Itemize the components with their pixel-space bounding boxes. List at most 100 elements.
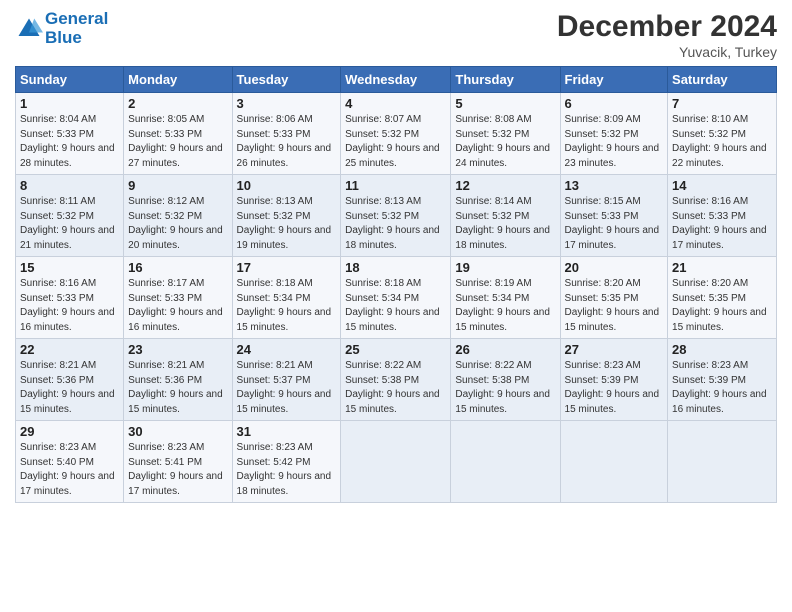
- day-number: 17: [237, 260, 337, 275]
- day-number: 1: [20, 96, 119, 111]
- calendar-cell: 29 Sunrise: 8:23 AMSunset: 5:40 PMDayligh…: [16, 421, 124, 503]
- weekday-header: Monday: [124, 67, 232, 93]
- day-info: Sunrise: 8:22 AMSunset: 5:38 PMDaylight:…: [345, 359, 446, 417]
- calendar-cell: 10Sunrise: 8:13 AMSunset: 5:32 PMDayligh…: [232, 175, 341, 257]
- weekday-header: Saturday: [668, 67, 777, 93]
- month-title: December 2024: [557, 10, 777, 44]
- calendar-week-row: 8 Sunrise: 8:11 AMSunset: 5:32 PMDaylight…: [16, 175, 777, 257]
- calendar-week-row: 1 Sunrise: 8:04 AMSunset: 5:33 PMDaylight…: [16, 93, 777, 175]
- calendar-cell: [560, 421, 668, 503]
- weekday-header: Tuesday: [232, 67, 341, 93]
- day-info: Sunrise: 8:17 AMSunset: 5:33 PMDaylight:…: [128, 277, 227, 335]
- calendar-cell: 26Sunrise: 8:22 AMSunset: 5:38 PMDayligh…: [451, 339, 560, 421]
- calendar-cell: 3 Sunrise: 8:06 AMSunset: 5:33 PMDaylight…: [232, 93, 341, 175]
- day-info: Sunrise: 8:16 AMSunset: 5:33 PMDaylight:…: [672, 195, 772, 253]
- calendar-cell: 25 Sunrise: 8:22 AMSunset: 5:38 PMDayligh…: [341, 339, 451, 421]
- calendar-cell: 8 Sunrise: 8:11 AMSunset: 5:32 PMDaylight…: [16, 175, 124, 257]
- day-number: 2: [128, 96, 227, 111]
- day-number: 12: [455, 178, 555, 193]
- day-number: 4: [345, 96, 446, 111]
- day-number: 27: [565, 342, 664, 357]
- day-info: Sunrise: 8:06 AMSunset: 5:33 PMDaylight:…: [237, 113, 337, 171]
- day-info: Sunrise: 8:18 AMSunset: 5:34 PMDaylight:…: [345, 277, 446, 335]
- day-info: Sunrise: 8:20 AMSunset: 5:35 PMDaylight:…: [672, 277, 772, 335]
- day-number: 14: [672, 178, 772, 193]
- calendar-cell: 30 Sunrise: 8:23 AMSunset: 5:41 PMDayligh…: [124, 421, 232, 503]
- day-info: Sunrise: 8:09 AMSunset: 5:32 PMDaylight:…: [565, 113, 664, 171]
- day-number: 20: [565, 260, 664, 275]
- day-info: Sunrise: 8:07 AMSunset: 5:32 PMDaylight:…: [345, 113, 446, 171]
- day-info: Sunrise: 8:05 AMSunset: 5:33 PMDaylight:…: [128, 113, 227, 171]
- day-info: Sunrise: 8:21 AMSunset: 5:36 PMDaylight:…: [20, 359, 119, 417]
- day-number: 10: [237, 178, 337, 193]
- calendar-cell: 16 Sunrise: 8:17 AMSunset: 5:33 PMDayligh…: [124, 257, 232, 339]
- day-number: 31: [237, 424, 337, 439]
- day-info: Sunrise: 8:15 AMSunset: 5:33 PMDaylight:…: [565, 195, 664, 253]
- calendar-cell: 4 Sunrise: 8:07 AMSunset: 5:32 PMDaylight…: [341, 93, 451, 175]
- day-info: Sunrise: 8:14 AMSunset: 5:32 PMDaylight:…: [455, 195, 555, 253]
- day-info: Sunrise: 8:23 AMSunset: 5:40 PMDaylight:…: [20, 441, 119, 499]
- day-info: Sunrise: 8:11 AMSunset: 5:32 PMDaylight:…: [20, 195, 119, 253]
- logo-icon: [15, 15, 43, 43]
- page-container: General Blue December 2024 Yuvacik, Turk…: [0, 0, 792, 511]
- day-number: 7: [672, 96, 772, 111]
- calendar-cell: [451, 421, 560, 503]
- header-row: SundayMondayTuesdayWednesdayThursdayFrid…: [16, 67, 777, 93]
- title-block: December 2024 Yuvacik, Turkey: [557, 10, 777, 60]
- calendar-cell: 5 Sunrise: 8:08 AMSunset: 5:32 PMDaylight…: [451, 93, 560, 175]
- day-info: Sunrise: 8:08 AMSunset: 5:32 PMDaylight:…: [455, 113, 555, 171]
- calendar-cell: 23Sunrise: 8:21 AMSunset: 5:36 PMDayligh…: [124, 339, 232, 421]
- day-info: Sunrise: 8:18 AMSunset: 5:34 PMDaylight:…: [237, 277, 337, 335]
- calendar-cell: 1 Sunrise: 8:04 AMSunset: 5:33 PMDaylight…: [16, 93, 124, 175]
- day-info: Sunrise: 8:21 AMSunset: 5:37 PMDaylight:…: [237, 359, 337, 417]
- day-number: 24: [237, 342, 337, 357]
- day-number: 21: [672, 260, 772, 275]
- location-subtitle: Yuvacik, Turkey: [557, 44, 777, 60]
- day-info: Sunrise: 8:23 AMSunset: 5:39 PMDaylight:…: [672, 359, 772, 417]
- calendar-cell: 12 Sunrise: 8:14 AMSunset: 5:32 PMDayligh…: [451, 175, 560, 257]
- day-info: Sunrise: 8:19 AMSunset: 5:34 PMDaylight:…: [455, 277, 555, 335]
- calendar-cell: 27Sunrise: 8:23 AMSunset: 5:39 PMDayligh…: [560, 339, 668, 421]
- day-number: 25: [345, 342, 446, 357]
- calendar-cell: 22 Sunrise: 8:21 AMSunset: 5:36 PMDayligh…: [16, 339, 124, 421]
- calendar-week-row: 29 Sunrise: 8:23 AMSunset: 5:40 PMDayligh…: [16, 421, 777, 503]
- day-number: 30: [128, 424, 227, 439]
- day-info: Sunrise: 8:12 AMSunset: 5:32 PMDaylight:…: [128, 195, 227, 253]
- day-number: 9: [128, 178, 227, 193]
- calendar-week-row: 22 Sunrise: 8:21 AMSunset: 5:36 PMDayligh…: [16, 339, 777, 421]
- day-number: 29: [20, 424, 119, 439]
- day-info: Sunrise: 8:22 AMSunset: 5:38 PMDaylight:…: [455, 359, 555, 417]
- day-info: Sunrise: 8:23 AMSunset: 5:41 PMDaylight:…: [128, 441, 227, 499]
- calendar-cell: 19Sunrise: 8:19 AMSunset: 5:34 PMDayligh…: [451, 257, 560, 339]
- day-number: 11: [345, 178, 446, 193]
- day-info: Sunrise: 8:21 AMSunset: 5:36 PMDaylight:…: [128, 359, 227, 417]
- day-info: Sunrise: 8:23 AMSunset: 5:42 PMDaylight:…: [237, 441, 337, 499]
- day-info: Sunrise: 8:04 AMSunset: 5:33 PMDaylight:…: [20, 113, 119, 171]
- calendar-cell: [668, 421, 777, 503]
- weekday-header: Thursday: [451, 67, 560, 93]
- day-number: 15: [20, 260, 119, 275]
- day-number: 13: [565, 178, 664, 193]
- calendar-cell: 28 Sunrise: 8:23 AMSunset: 5:39 PMDayligh…: [668, 339, 777, 421]
- day-number: 22: [20, 342, 119, 357]
- calendar-cell: 20Sunrise: 8:20 AMSunset: 5:35 PMDayligh…: [560, 257, 668, 339]
- day-number: 16: [128, 260, 227, 275]
- weekday-header: Wednesday: [341, 67, 451, 93]
- calendar-cell: 9 Sunrise: 8:12 AMSunset: 5:32 PMDaylight…: [124, 175, 232, 257]
- calendar-cell: 18 Sunrise: 8:18 AMSunset: 5:34 PMDayligh…: [341, 257, 451, 339]
- day-info: Sunrise: 8:10 AMSunset: 5:32 PMDaylight:…: [672, 113, 772, 171]
- calendar-cell: 24 Sunrise: 8:21 AMSunset: 5:37 PMDayligh…: [232, 339, 341, 421]
- logo: General Blue: [15, 10, 108, 47]
- day-number: 8: [20, 178, 119, 193]
- day-info: Sunrise: 8:13 AMSunset: 5:32 PMDaylight:…: [345, 195, 446, 253]
- calendar-cell: 11 Sunrise: 8:13 AMSunset: 5:32 PMDayligh…: [341, 175, 451, 257]
- day-number: 18: [345, 260, 446, 275]
- calendar-cell: [341, 421, 451, 503]
- calendar-cell: 15Sunrise: 8:16 AMSunset: 5:33 PMDayligh…: [16, 257, 124, 339]
- day-number: 28: [672, 342, 772, 357]
- day-number: 3: [237, 96, 337, 111]
- day-number: 6: [565, 96, 664, 111]
- calendar-cell: 2 Sunrise: 8:05 AMSunset: 5:33 PMDaylight…: [124, 93, 232, 175]
- logo-text: General Blue: [45, 10, 108, 47]
- day-number: 5: [455, 96, 555, 111]
